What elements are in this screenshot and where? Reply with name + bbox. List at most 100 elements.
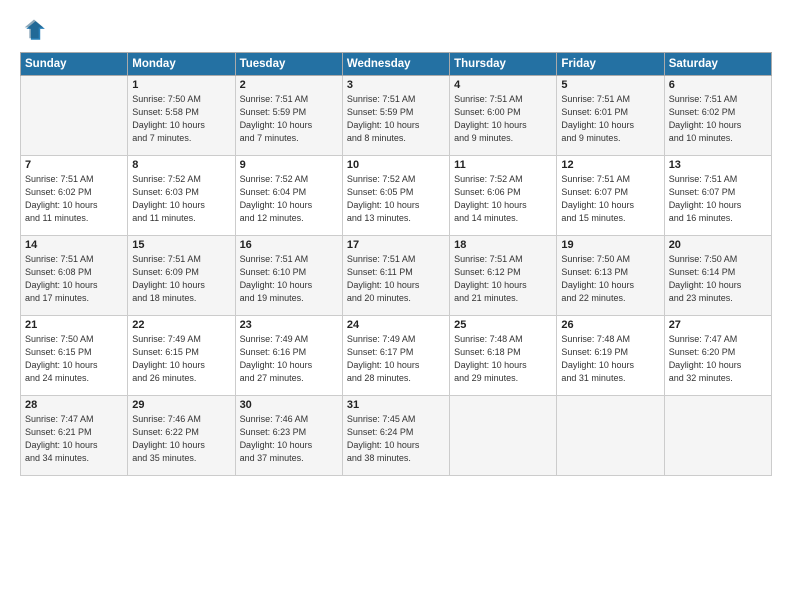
week-row-1: 1 Sunrise: 7:50 AMSunset: 5:58 PMDaylight… — [21, 76, 772, 156]
day-info: Sunrise: 7:50 AMSunset: 6:13 PMDaylight:… — [561, 253, 659, 305]
calendar-cell: 12 Sunrise: 7:51 AMSunset: 6:07 PMDayligh… — [557, 156, 664, 236]
day-info: Sunrise: 7:51 AMSunset: 6:10 PMDaylight:… — [240, 253, 338, 305]
calendar-cell: 5 Sunrise: 7:51 AMSunset: 6:01 PMDaylight… — [557, 76, 664, 156]
calendar-cell: 30 Sunrise: 7:46 AMSunset: 6:23 PMDayligh… — [235, 396, 342, 476]
calendar-header-row: SundayMondayTuesdayWednesdayThursdayFrid… — [21, 53, 772, 76]
day-info: Sunrise: 7:51 AMSunset: 6:01 PMDaylight:… — [561, 93, 659, 145]
day-info: Sunrise: 7:51 AMSunset: 6:09 PMDaylight:… — [132, 253, 230, 305]
day-info: Sunrise: 7:51 AMSunset: 6:07 PMDaylight:… — [669, 173, 767, 225]
calendar-cell: 17 Sunrise: 7:51 AMSunset: 6:11 PMDayligh… — [342, 236, 449, 316]
day-number: 28 — [25, 399, 123, 411]
calendar-cell: 6 Sunrise: 7:51 AMSunset: 6:02 PMDaylight… — [664, 76, 771, 156]
calendar-cell: 20Sunrise: 7:50 AMSunset: 6:14 PMDayligh… — [664, 236, 771, 316]
day-number: 4 — [454, 79, 552, 91]
calendar-cell — [450, 396, 557, 476]
day-info: Sunrise: 7:51 AMSunset: 6:00 PMDaylight:… — [454, 93, 552, 145]
col-header-friday: Friday — [557, 53, 664, 76]
day-info: Sunrise: 7:51 AMSunset: 6:07 PMDaylight:… — [561, 173, 659, 225]
day-number: 1 — [132, 79, 230, 91]
day-number: 22 — [132, 319, 230, 331]
day-number: 16 — [240, 239, 338, 251]
page-container: SundayMondayTuesdayWednesdayThursdayFrid… — [0, 0, 792, 486]
col-header-saturday: Saturday — [664, 53, 771, 76]
day-number: 24 — [347, 319, 445, 331]
day-number: 2 — [240, 79, 338, 91]
day-number: 9 — [240, 159, 338, 171]
col-header-wednesday: Wednesday — [342, 53, 449, 76]
day-number: 3 — [347, 79, 445, 91]
calendar-cell: 28 Sunrise: 7:47 AMSunset: 6:21 PMDayligh… — [21, 396, 128, 476]
calendar-cell: 1 Sunrise: 7:50 AMSunset: 5:58 PMDaylight… — [128, 76, 235, 156]
day-number: 12 — [561, 159, 659, 171]
day-number: 13 — [669, 159, 767, 171]
day-info: Sunrise: 7:48 AMSunset: 6:18 PMDaylight:… — [454, 333, 552, 385]
day-info: Sunrise: 7:46 AMSunset: 6:22 PMDaylight:… — [132, 413, 230, 465]
week-row-5: 28 Sunrise: 7:47 AMSunset: 6:21 PMDayligh… — [21, 396, 772, 476]
calendar-body: 1 Sunrise: 7:50 AMSunset: 5:58 PMDaylight… — [21, 76, 772, 476]
day-number: 5 — [561, 79, 659, 91]
day-info: Sunrise: 7:52 AMSunset: 6:03 PMDaylight:… — [132, 173, 230, 225]
calendar-cell: 13 Sunrise: 7:51 AMSunset: 6:07 PMDayligh… — [664, 156, 771, 236]
day-number: 26 — [561, 319, 659, 331]
day-info: Sunrise: 7:47 AMSunset: 6:21 PMDaylight:… — [25, 413, 123, 465]
logo-icon — [20, 18, 48, 46]
calendar-table: SundayMondayTuesdayWednesdayThursdayFrid… — [20, 52, 772, 476]
day-number: 15 — [132, 239, 230, 251]
calendar-cell — [557, 396, 664, 476]
day-info: Sunrise: 7:50 AMSunset: 6:15 PMDaylight:… — [25, 333, 123, 385]
logo — [20, 18, 52, 46]
day-number: 14 — [25, 239, 123, 251]
calendar-cell: 22 Sunrise: 7:49 AMSunset: 6:15 PMDayligh… — [128, 316, 235, 396]
calendar-cell: 21 Sunrise: 7:50 AMSunset: 6:15 PMDayligh… — [21, 316, 128, 396]
calendar-cell: 16 Sunrise: 7:51 AMSunset: 6:10 PMDayligh… — [235, 236, 342, 316]
calendar-cell: 4 Sunrise: 7:51 AMSunset: 6:00 PMDaylight… — [450, 76, 557, 156]
day-info: Sunrise: 7:51 AMSunset: 5:59 PMDaylight:… — [347, 93, 445, 145]
calendar-cell: 27 Sunrise: 7:47 AMSunset: 6:20 PMDayligh… — [664, 316, 771, 396]
day-info: Sunrise: 7:51 AMSunset: 6:02 PMDaylight:… — [669, 93, 767, 145]
calendar-cell: 23Sunrise: 7:49 AMSunset: 6:16 PMDayligh… — [235, 316, 342, 396]
day-number: 10 — [347, 159, 445, 171]
day-number: 30 — [240, 399, 338, 411]
calendar-cell: 14 Sunrise: 7:51 AMSunset: 6:08 PMDayligh… — [21, 236, 128, 316]
day-number: 17 — [347, 239, 445, 251]
day-number: 8 — [132, 159, 230, 171]
calendar-cell: 7Sunrise: 7:51 AMSunset: 6:02 PMDaylight… — [21, 156, 128, 236]
calendar-cell: 11Sunrise: 7:52 AMSunset: 6:06 PMDayligh… — [450, 156, 557, 236]
day-number: 29 — [132, 399, 230, 411]
day-info: Sunrise: 7:51 AMSunset: 6:12 PMDaylight:… — [454, 253, 552, 305]
day-info: Sunrise: 7:50 AMSunset: 5:58 PMDaylight:… — [132, 93, 230, 145]
day-number: 21 — [25, 319, 123, 331]
day-number: 23 — [240, 319, 338, 331]
calendar-cell: 25Sunrise: 7:48 AMSunset: 6:18 PMDayligh… — [450, 316, 557, 396]
header — [20, 18, 772, 46]
calendar-cell: 24Sunrise: 7:49 AMSunset: 6:17 PMDayligh… — [342, 316, 449, 396]
day-info: Sunrise: 7:52 AMSunset: 6:06 PMDaylight:… — [454, 173, 552, 225]
day-info: Sunrise: 7:48 AMSunset: 6:19 PMDaylight:… — [561, 333, 659, 385]
day-info: Sunrise: 7:46 AMSunset: 6:23 PMDaylight:… — [240, 413, 338, 465]
calendar-cell — [664, 396, 771, 476]
calendar-cell: 9 Sunrise: 7:52 AMSunset: 6:04 PMDaylight… — [235, 156, 342, 236]
calendar-cell — [21, 76, 128, 156]
calendar-cell: 26 Sunrise: 7:48 AMSunset: 6:19 PMDayligh… — [557, 316, 664, 396]
calendar-cell: 15 Sunrise: 7:51 AMSunset: 6:09 PMDayligh… — [128, 236, 235, 316]
day-number: 19 — [561, 239, 659, 251]
col-header-tuesday: Tuesday — [235, 53, 342, 76]
calendar-cell: 8 Sunrise: 7:52 AMSunset: 6:03 PMDaylight… — [128, 156, 235, 236]
day-info: Sunrise: 7:52 AMSunset: 6:04 PMDaylight:… — [240, 173, 338, 225]
day-info: Sunrise: 7:47 AMSunset: 6:20 PMDaylight:… — [669, 333, 767, 385]
week-row-2: 7Sunrise: 7:51 AMSunset: 6:02 PMDaylight… — [21, 156, 772, 236]
day-number: 6 — [669, 79, 767, 91]
calendar-cell: 10Sunrise: 7:52 AMSunset: 6:05 PMDayligh… — [342, 156, 449, 236]
day-info: Sunrise: 7:51 AMSunset: 6:08 PMDaylight:… — [25, 253, 123, 305]
col-header-thursday: Thursday — [450, 53, 557, 76]
calendar-cell: 2Sunrise: 7:51 AMSunset: 5:59 PMDaylight… — [235, 76, 342, 156]
day-info: Sunrise: 7:50 AMSunset: 6:14 PMDaylight:… — [669, 253, 767, 305]
col-header-sunday: Sunday — [21, 53, 128, 76]
day-info: Sunrise: 7:51 AMSunset: 6:11 PMDaylight:… — [347, 253, 445, 305]
day-number: 27 — [669, 319, 767, 331]
day-number: 18 — [454, 239, 552, 251]
calendar-cell: 18 Sunrise: 7:51 AMSunset: 6:12 PMDayligh… — [450, 236, 557, 316]
col-header-monday: Monday — [128, 53, 235, 76]
day-info: Sunrise: 7:49 AMSunset: 6:15 PMDaylight:… — [132, 333, 230, 385]
calendar-cell: 19 Sunrise: 7:50 AMSunset: 6:13 PMDayligh… — [557, 236, 664, 316]
